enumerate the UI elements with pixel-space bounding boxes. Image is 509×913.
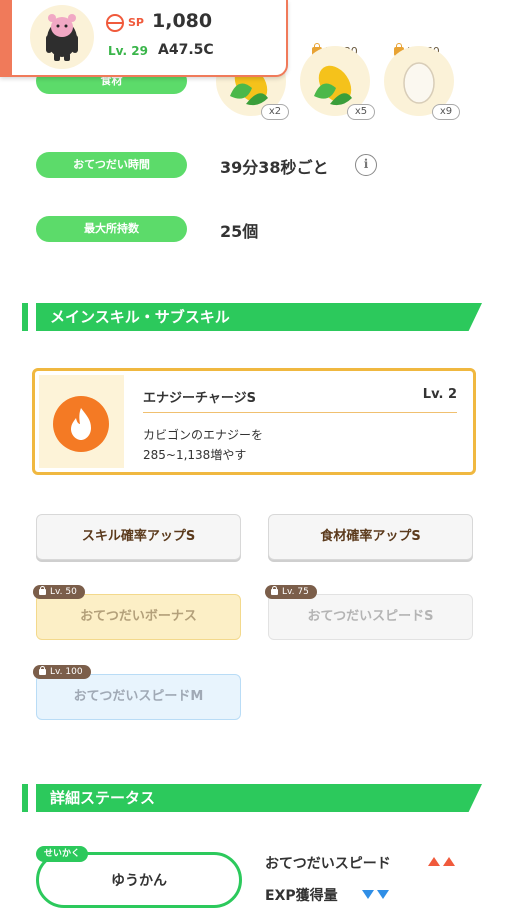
skills-section-header: メインスキル・サブスキル bbox=[22, 303, 482, 331]
info-icon[interactable]: i bbox=[355, 154, 377, 176]
ingredient-qty-2: x5 bbox=[347, 104, 375, 120]
section-bar bbox=[22, 784, 28, 812]
level-label: Lv. 29 bbox=[108, 44, 148, 58]
sub-skill-4[interactable]: おてつだいスピードS bbox=[268, 594, 473, 640]
card-accent bbox=[0, 0, 12, 77]
pokemon-summary-card[interactable]: SP 1,080 Lv. 29 A47.5C bbox=[0, 0, 288, 77]
pokemon-code: A47.5C bbox=[158, 42, 214, 58]
sp-label: SP bbox=[128, 16, 144, 29]
ingredient-qty-3: x9 bbox=[432, 104, 460, 120]
stat-down-label: EXP獲得量 bbox=[265, 888, 338, 904]
nature-tag: せいかく bbox=[36, 846, 89, 862]
arrow-down-icon bbox=[377, 890, 389, 899]
sp-value: 1,080 bbox=[152, 10, 213, 32]
lock-badge-lv75: Lv. 75 bbox=[265, 585, 317, 599]
lock-badge-lv50: Lv. 50 bbox=[33, 585, 85, 599]
max-carry-label: 最大所持数 bbox=[36, 216, 187, 242]
skill-icon-panel bbox=[39, 375, 124, 468]
ingredient-qty-1: x2 bbox=[261, 104, 289, 120]
main-skill-description: カビゴンのエナジーを 285~1,138増やす bbox=[143, 428, 264, 462]
pokemon-avatar bbox=[30, 5, 94, 69]
max-carry-value: 25個 bbox=[220, 222, 259, 241]
main-skill-level: Lv. 2 bbox=[422, 387, 457, 402]
main-skill-name: エナジーチャージS bbox=[143, 391, 256, 406]
sub-skill-1[interactable]: スキル確率アップS bbox=[36, 514, 241, 560]
section-bar bbox=[22, 303, 28, 331]
lock-icon bbox=[39, 666, 46, 675]
help-time-value: 39分38秒ごと bbox=[220, 158, 329, 177]
lock-icon bbox=[39, 586, 46, 595]
section-title: メインスキル・サブスキル bbox=[36, 303, 482, 331]
stat-up-label: おてつだいスピード bbox=[265, 856, 391, 872]
main-skill-card[interactable]: エナジーチャージS Lv. 2 カビゴンのエナジーを 285~1,138増やす bbox=[32, 368, 476, 475]
sub-skill-3[interactable]: おてつだいボーナス bbox=[36, 594, 241, 640]
sub-skill-2[interactable]: 食材確率アップS bbox=[268, 514, 473, 560]
pokemon-icon bbox=[46, 14, 78, 61]
help-time-label: おてつだい時間 bbox=[36, 152, 187, 178]
details-section-header: 詳細ステータス bbox=[22, 784, 482, 812]
lock-badge-lv100: Lv. 100 bbox=[33, 665, 91, 679]
divider bbox=[143, 412, 457, 413]
fire-icon bbox=[53, 396, 109, 452]
arrow-down-icon bbox=[362, 890, 374, 899]
pokeball-icon bbox=[106, 14, 124, 32]
arrow-up-icon bbox=[428, 857, 440, 866]
arrow-up-icon bbox=[443, 857, 455, 866]
lock-icon bbox=[271, 586, 278, 595]
sub-skill-5[interactable]: おてつだいスピードM bbox=[36, 674, 241, 720]
section-title: 詳細ステータス bbox=[36, 784, 482, 812]
